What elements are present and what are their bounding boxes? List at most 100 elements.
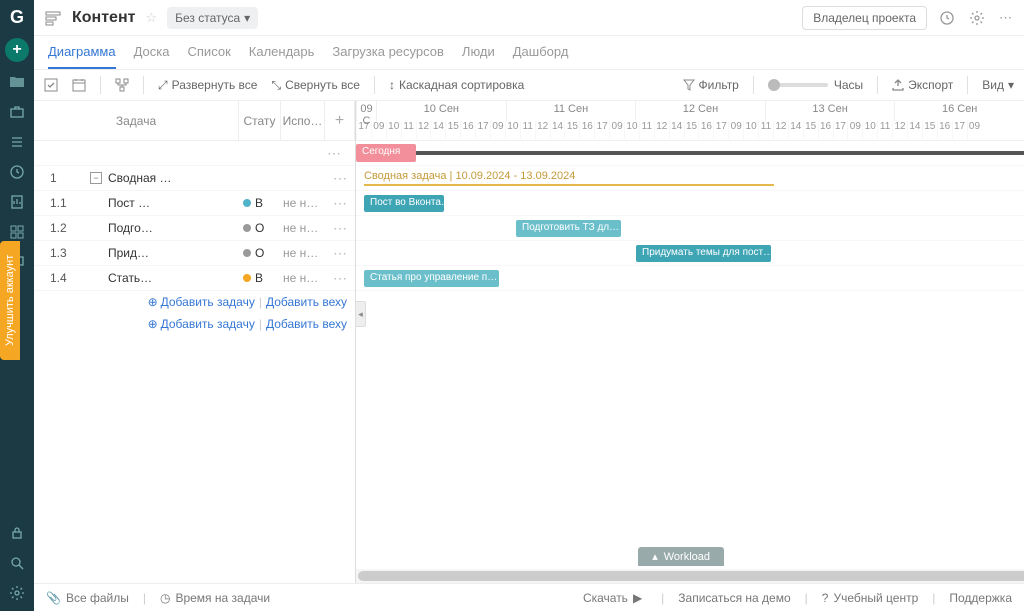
export-icon bbox=[892, 79, 904, 91]
row-menu-icon[interactable]: ⋯ bbox=[325, 220, 355, 237]
summary-task-bar[interactable] bbox=[364, 184, 774, 186]
timeline-hour: 12 bbox=[535, 121, 550, 141]
task-name: Пост … bbox=[90, 196, 150, 210]
select-all-icon[interactable] bbox=[44, 78, 58, 92]
task-row[interactable]: 1.4 Стать… В не н… ⋯ bbox=[34, 266, 355, 291]
task-row[interactable]: 1.1 Пост … В не н… ⋯ bbox=[34, 191, 355, 216]
row-menu-icon[interactable]: ⋯ bbox=[325, 195, 355, 212]
column-header-task[interactable]: Задача bbox=[34, 101, 239, 140]
row-menu-icon[interactable]: ⋯ bbox=[325, 245, 355, 262]
assignee-cell[interactable]: не н… bbox=[281, 246, 325, 260]
status-cell[interactable]: В bbox=[239, 271, 281, 285]
timeline-hour: 09 bbox=[609, 121, 624, 141]
report-icon[interactable] bbox=[7, 192, 27, 212]
tab-people[interactable]: Люди bbox=[462, 36, 495, 69]
filter-button[interactable]: Фильтр bbox=[683, 78, 739, 92]
summary-task-dates: | 10.09.2024 - 13.09.2024 bbox=[450, 170, 576, 182]
cascade-sort-button[interactable]: ↕Каскадная сортировка bbox=[389, 78, 524, 92]
timeline-hour: 17 bbox=[833, 121, 848, 141]
horizontal-scrollbar[interactable] bbox=[356, 569, 1024, 583]
assignee-cell[interactable]: не н… bbox=[281, 221, 325, 235]
chevron-down-icon: ▾ bbox=[244, 11, 250, 25]
settings-icon[interactable] bbox=[967, 8, 987, 28]
grid-collapse-handle[interactable]: ◂ bbox=[356, 301, 366, 327]
add-milestone-link-1[interactable]: Добавить веху bbox=[266, 295, 347, 309]
workload-panel-toggle[interactable]: ▴Workload bbox=[638, 547, 724, 566]
view-dropdown[interactable]: Вид▾ bbox=[982, 78, 1014, 92]
collapse-all-button[interactable]: ⤡Свернуть все bbox=[271, 78, 360, 93]
time-tracking-link[interactable]: ◷Время на задачи bbox=[160, 591, 270, 605]
task-bar-article[interactable]: Статья про управление п… bbox=[364, 270, 499, 287]
filter-icon bbox=[683, 79, 695, 91]
folder-icon[interactable] bbox=[7, 72, 27, 92]
status-text: В bbox=[255, 271, 263, 285]
timeline-hour: 09 bbox=[490, 121, 505, 141]
android-icon: ▶ bbox=[633, 591, 642, 605]
assignee-cell[interactable]: не н… bbox=[281, 271, 325, 285]
add-milestone-link-2[interactable]: Добавить веху bbox=[266, 317, 347, 331]
add-task-link-1[interactable]: ⊕Добавить задачу bbox=[148, 295, 255, 309]
project-summary-bar[interactable] bbox=[416, 151, 1024, 155]
timeline-hour: 12 bbox=[654, 121, 669, 141]
task-bar-think-topics[interactable]: Придумать темы для пост… bbox=[636, 245, 771, 262]
expand-all-button[interactable]: ⤢Развернуть все bbox=[158, 78, 257, 93]
search-icon[interactable] bbox=[7, 553, 27, 573]
chevron-up-icon: ▴ bbox=[652, 550, 658, 563]
timeline-hour: 10 bbox=[862, 121, 877, 141]
collapse-toggle-icon[interactable]: − bbox=[90, 172, 102, 184]
timeline-hour: 11 bbox=[401, 121, 416, 141]
status-cell[interactable]: О bbox=[239, 221, 281, 235]
project-status-dropdown[interactable]: Без статуса▾ bbox=[167, 7, 258, 29]
list-icon[interactable] bbox=[7, 132, 27, 152]
task-row[interactable]: 1.2 Подго… О не н… ⋯ bbox=[34, 216, 355, 241]
task-row[interactable]: 1.3 Прид… О не н… ⋯ bbox=[34, 241, 355, 266]
tab-workload[interactable]: Загрузка ресурсов bbox=[332, 36, 444, 69]
history-icon[interactable] bbox=[937, 8, 957, 28]
task-bar-post-vk[interactable]: Пост во Вконта… bbox=[364, 195, 444, 212]
upgrade-account-button[interactable]: Улучшить аккаунт bbox=[0, 241, 20, 360]
settings-rail-icon[interactable] bbox=[7, 583, 27, 603]
grid-icon[interactable] bbox=[7, 222, 27, 242]
timeline-hour: 16 bbox=[937, 121, 952, 141]
tab-dashboard[interactable]: Дашборд bbox=[513, 36, 569, 69]
create-button[interactable]: + bbox=[5, 38, 29, 62]
status-cell[interactable]: О bbox=[239, 246, 281, 260]
assignee-cell[interactable]: не н… bbox=[281, 196, 325, 210]
column-header-status[interactable]: Стату bbox=[239, 101, 281, 140]
download-link[interactable]: Скачать ▶ bbox=[583, 591, 647, 605]
timeline-day: 16 Сен bbox=[894, 101, 1024, 121]
tab-list[interactable]: Список bbox=[188, 36, 231, 69]
book-demo-link[interactable]: Записаться на демо bbox=[678, 591, 790, 605]
briefcase-icon[interactable] bbox=[7, 102, 27, 122]
hierarchy-icon[interactable] bbox=[115, 78, 129, 92]
column-header-assignee[interactable]: Испо… bbox=[281, 101, 325, 140]
add-column-button[interactable]: + bbox=[325, 101, 355, 140]
tab-board[interactable]: Доска bbox=[134, 36, 170, 69]
task-bar-prepare-brief[interactable]: Подготовить ТЗ дл… bbox=[516, 220, 621, 237]
gantt-row: Пост во Вконта… bbox=[356, 191, 1024, 216]
row-menu-icon[interactable]: ⋯ bbox=[319, 145, 349, 162]
add-task-link-2[interactable]: ⊕Добавить задачу bbox=[148, 317, 255, 331]
plus-circle-icon: ⊕ bbox=[148, 317, 158, 331]
status-cell[interactable]: В bbox=[239, 196, 281, 210]
tab-diagram[interactable]: Диаграмма bbox=[48, 36, 116, 69]
export-button[interactable]: Экспорт bbox=[892, 78, 953, 92]
zoom-slider[interactable]: Часы bbox=[768, 78, 863, 92]
clock-icon[interactable] bbox=[7, 162, 27, 182]
gantt-row-today: Сегодня bbox=[356, 141, 1024, 166]
tab-calendar[interactable]: Календарь bbox=[249, 36, 315, 69]
project-owner-button[interactable]: Владелец проекта bbox=[802, 6, 927, 30]
support-link[interactable]: Поддержка bbox=[949, 591, 1012, 605]
timeline-hour: 17 bbox=[356, 121, 371, 141]
favorite-star-icon[interactable]: ☆ bbox=[145, 10, 157, 26]
more-icon[interactable]: ⋯ bbox=[997, 8, 1014, 28]
timeline-hour: 16 bbox=[698, 121, 713, 141]
lock-icon[interactable] bbox=[7, 523, 27, 543]
timeline-hour: 10 bbox=[743, 121, 758, 141]
all-files-link[interactable]: 📎Все файлы bbox=[46, 591, 129, 605]
row-menu-icon[interactable]: ⋯ bbox=[325, 170, 355, 187]
help-center-link[interactable]: ?Учебный центр bbox=[822, 591, 918, 605]
task-row[interactable]: 1 −Сводная … ⋯ bbox=[34, 166, 355, 191]
today-icon[interactable] bbox=[72, 78, 86, 92]
row-menu-icon[interactable]: ⋯ bbox=[325, 270, 355, 287]
